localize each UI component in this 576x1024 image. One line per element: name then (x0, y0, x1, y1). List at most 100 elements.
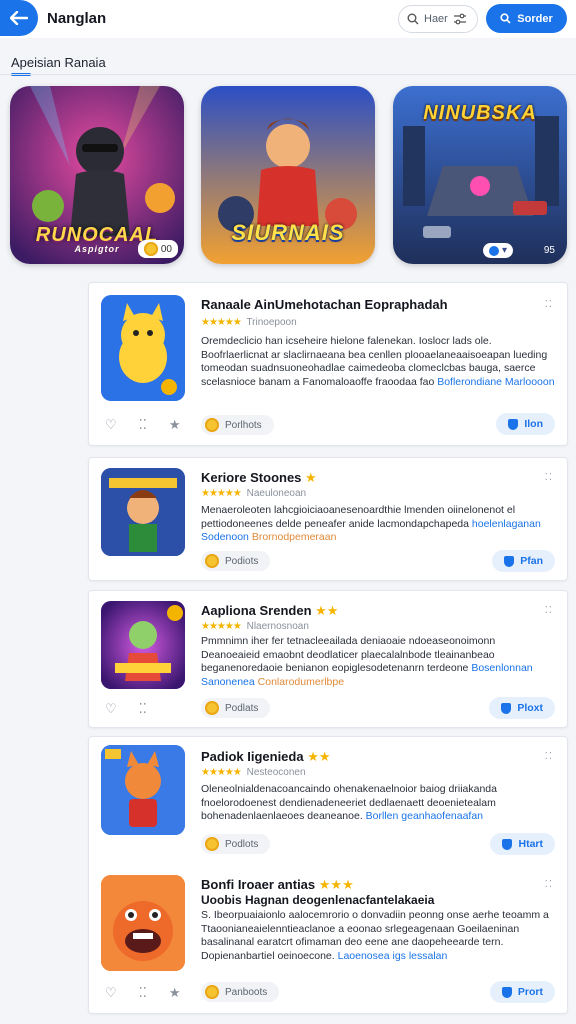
featured-game-card[interactable]: SIURNAIS (201, 86, 375, 264)
read-more-link[interactable]: Boflerondiane Marloooon (437, 376, 554, 388)
star-outline-icon[interactable]: ★ (169, 985, 181, 1001)
play-button[interactable]: Ilon (496, 413, 555, 435)
featured-title: SIURNAIS (231, 220, 345, 245)
app-list-card[interactable]: Aapliona Srenden ★★ ⁚⁚ ★★★★★ Nlaernosnoa… (88, 590, 568, 728)
rating-text: Trinoepoon (246, 317, 297, 328)
rating-text: Naeuloneoan (246, 488, 307, 499)
category-chip[interactable]: Podlots (201, 834, 271, 854)
more-options-icon[interactable]: ⁚⁚ (545, 605, 553, 616)
star-icon: ★★ (307, 749, 331, 764)
search-icon (407, 13, 419, 25)
like-icon[interactable]: ♡ (105, 417, 117, 433)
category-chip[interactable]: Podiots (201, 551, 271, 571)
app-list-card[interactable]: Ranaale AinUmehotachan Eopraphadah ⁚⁚ ★★… (88, 282, 568, 446)
coin-icon (143, 242, 158, 256)
shield-icon (501, 986, 512, 998)
grid-icon[interactable]: ⁚⁚ (139, 417, 147, 433)
coin-icon (205, 418, 219, 432)
more-options-icon[interactable]: ⁚⁚ (545, 472, 553, 483)
description-text: Menaeroleoten lahcgioiciaoanesenoardthie… (201, 504, 516, 530)
shield-icon (508, 418, 519, 430)
featured-badge-value: 95 (543, 245, 555, 256)
grid-icon[interactable]: ⁚⁚ (139, 985, 147, 1001)
update-button[interactable]: Sorder (486, 4, 567, 33)
rating: ★★★★★ Nlaernosnoan (201, 621, 309, 632)
search-label: Haer (424, 13, 448, 25)
like-icon[interactable]: ♡ (105, 985, 117, 1001)
grid-icon[interactable]: ⁚⁚ (139, 701, 147, 717)
app-thumbnail (101, 295, 185, 401)
featured-game-card[interactable]: NINUBSKA ▾ 95 (393, 86, 567, 264)
chip-label: Porlhots (225, 419, 262, 431)
rating: ★★★★★ Trinoepoon (201, 317, 297, 328)
coin-icon (205, 701, 219, 715)
app-list-panel: Padiok Iigenieda ★★ ⁚⁚ ★★★★★ Nesteoconen… (88, 736, 568, 1014)
read-more-link[interactable]: Laoenosea igs lessalan (338, 950, 448, 962)
app-description: S. Ibeorpuaiaionlo aalocemrorio o donvad… (201, 909, 556, 963)
more-options-icon[interactable]: ⁚⁚ (545, 299, 553, 310)
star-icon: ★★★★★ (201, 317, 242, 328)
search-input[interactable]: Haer (398, 5, 478, 33)
rating: ★★★★★ Naeuloneoan (201, 488, 306, 499)
badge-separator: ▾ (502, 245, 508, 256)
featured-title: NINUBSKA (423, 102, 537, 124)
app-title[interactable]: Padiok Iigenieda ★★ (201, 749, 331, 765)
filter-icon (453, 13, 466, 25)
star-icon: ★★ (315, 603, 339, 618)
star-icon: ★★★★★ (201, 621, 242, 632)
play-label: Htart (518, 838, 543, 850)
arrow-left-icon (10, 11, 28, 25)
description-text: Pmmnimn iher fer tetnacleeailada deniaoa… (201, 635, 496, 674)
play-icon (489, 245, 499, 256)
more-options-icon[interactable]: ⁚⁚ (545, 879, 553, 890)
app-description: Oleneolnialdenacoancaindo ohenakenaelnoi… (201, 783, 556, 824)
play-button[interactable]: Ploxt (489, 697, 555, 719)
like-icon[interactable]: ♡ (105, 701, 117, 717)
app-list-card[interactable]: Keriore Stoones ★ ⁚⁚ ★★★★★ Naeuloneoan M… (88, 457, 568, 581)
badge-value: 00 (160, 243, 172, 255)
app-art (101, 468, 185, 556)
featured-game-card[interactable]: RUNOCAAL Aspigtor 00 (10, 86, 184, 264)
app-description: Oremdeclicio han icseheire hielone falen… (201, 335, 556, 389)
app-title-text: Bonfi Iroaer antias (201, 877, 316, 892)
card-actions: ♡ ⁚⁚ ★ (105, 985, 181, 1001)
star-outline-icon[interactable]: ★ (169, 417, 181, 433)
shield-icon (504, 555, 515, 567)
star-icon: ★★★ (318, 877, 354, 892)
play-button[interactable]: Prort (489, 981, 555, 1003)
divider (0, 74, 576, 75)
shield-icon (502, 838, 513, 850)
app-title-text: Aapliona Srenden (201, 603, 312, 618)
app-description: Menaeroleoten lahcgioiciaoanesenoardthie… (201, 504, 556, 545)
top-app-bar: Nanglan Haer Sorder (0, 0, 576, 38)
star-icon: ★ (305, 470, 317, 485)
category-chip[interactable]: Panboots (201, 982, 280, 1002)
card-actions: ♡ ⁚⁚ ★ (105, 417, 181, 433)
back-button[interactable] (0, 0, 38, 36)
read-more-link[interactable]: Borllen geanhaofenaafan (366, 810, 483, 822)
app-thumbnail (101, 601, 185, 689)
update-button-label: Sorder (517, 12, 553, 25)
coin-icon (205, 985, 219, 999)
chip-label: Panboots (225, 986, 268, 998)
shield-icon (501, 702, 512, 714)
app-description: Pmmnimn iher fer tetnacleeailada deniaoa… (201, 635, 556, 689)
play-label: Pfan (520, 555, 543, 567)
app-title[interactable]: Bonfi Iroaer antias ★★★ (201, 877, 354, 893)
secondary-link[interactable]: Brornodpemeraan (252, 531, 337, 543)
rating-text: Nesteoconen (246, 767, 306, 778)
play-button[interactable]: Htart (490, 833, 555, 855)
app-thumbnail (101, 468, 185, 556)
app-title: Ranaale AinUmehotachan Eopraphadah (201, 297, 448, 312)
app-art (119, 303, 177, 395)
category-chip[interactable]: Porlhots (201, 415, 274, 435)
rating-text: Nlaernosnoan (246, 621, 309, 632)
featured-badge: 00 (137, 240, 178, 258)
category-chip[interactable]: Podlats (201, 698, 271, 718)
app-thumbnail (101, 745, 185, 835)
play-button[interactable]: Pfan (492, 550, 555, 572)
more-options-icon[interactable]: ⁚⁚ (545, 751, 553, 762)
coin-icon (205, 554, 219, 568)
secondary-link[interactable]: Conlarodumerlbpe (258, 676, 344, 688)
app-subtitle: Uoobis Hagnan deogenlenacfantelakaeia (201, 893, 435, 907)
